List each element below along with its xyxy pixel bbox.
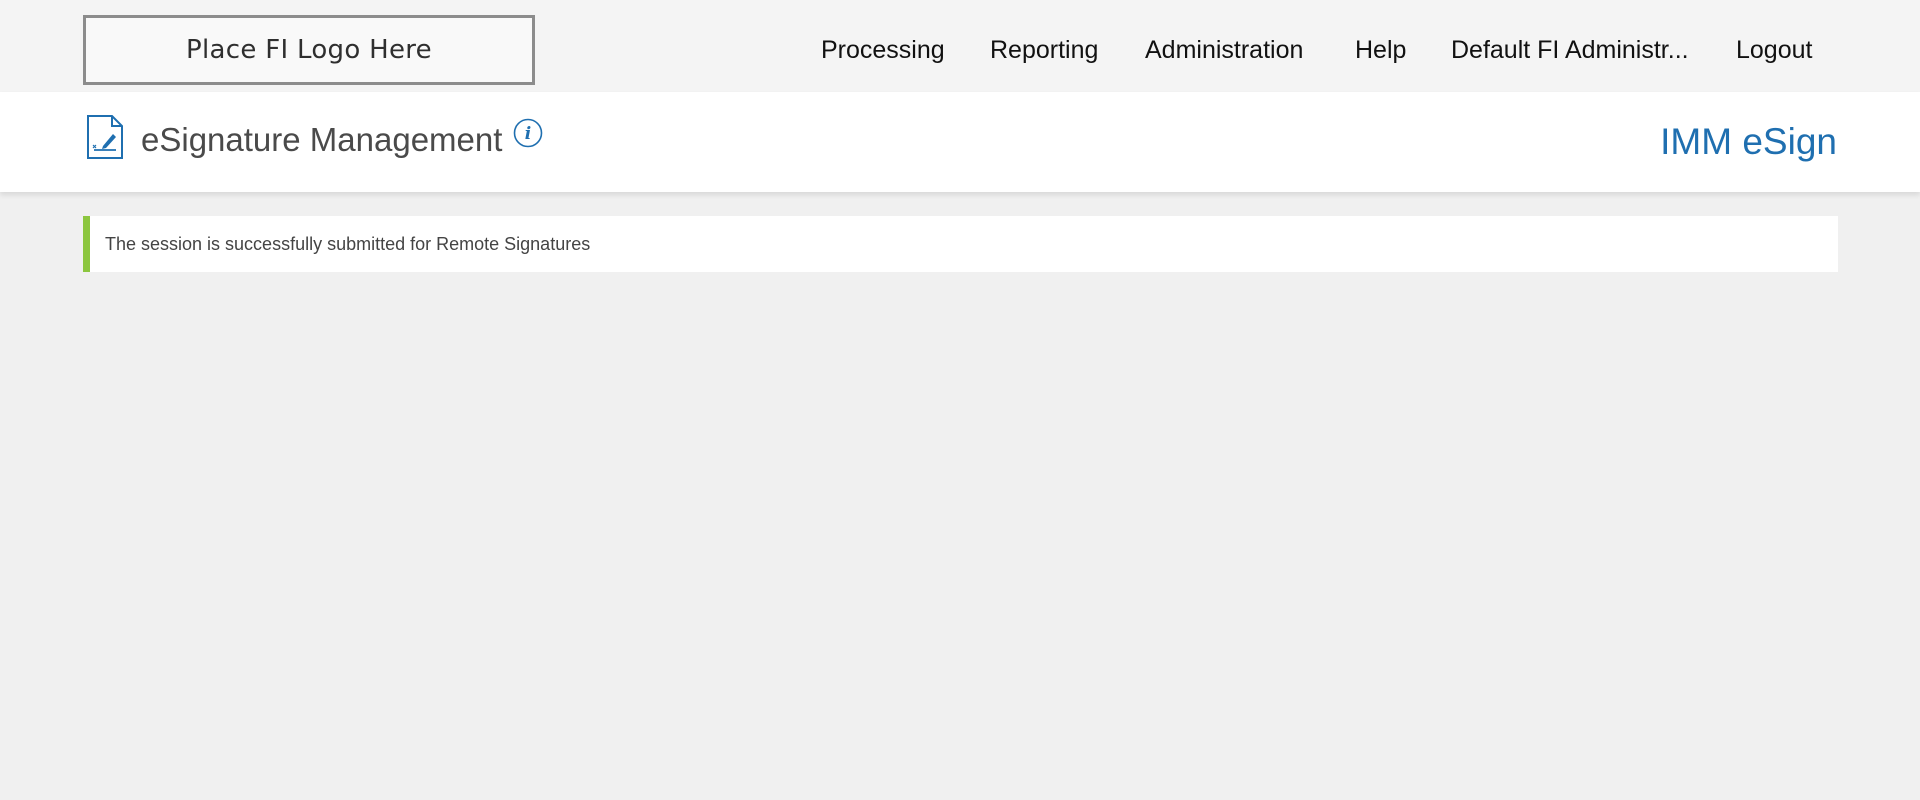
svg-text:i: i bbox=[525, 124, 531, 144]
success-alert: The session is successfully submitted fo… bbox=[83, 216, 1838, 272]
nav-item-administration[interactable]: Administration bbox=[1145, 32, 1303, 68]
info-icon[interactable]: i bbox=[513, 118, 543, 148]
top-bar: Place FI Logo Here Processing Reporting … bbox=[0, 0, 1920, 92]
app-name: IMM eSign bbox=[1660, 121, 1837, 162]
document-signature-icon bbox=[87, 115, 123, 159]
nav-item-user-menu[interactable]: Default FI Administr... bbox=[1451, 32, 1689, 68]
alert-message: The session is successfully submitted fo… bbox=[105, 233, 591, 254]
nav-item-help[interactable]: Help bbox=[1355, 32, 1406, 68]
nav-item-processing[interactable]: Processing bbox=[821, 32, 945, 68]
page-header: eSignature Management i IMM eSign bbox=[0, 92, 1920, 192]
nav-item-logout[interactable]: Logout bbox=[1736, 32, 1812, 68]
main-navigation: Processing Reporting Administration Help… bbox=[0, 32, 1920, 68]
nav-item-reporting[interactable]: Reporting bbox=[990, 32, 1098, 68]
page-title: eSignature Management bbox=[141, 121, 503, 158]
